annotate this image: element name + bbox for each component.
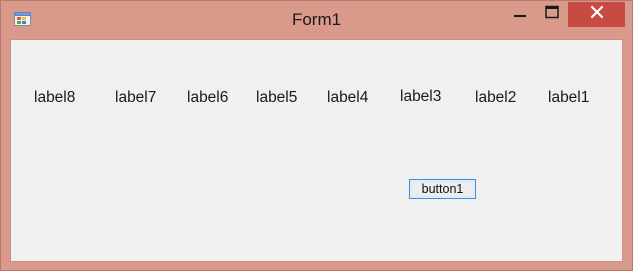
label6: label6 bbox=[187, 89, 229, 106]
close-button[interactable] bbox=[568, 2, 625, 27]
label3: label3 bbox=[400, 88, 442, 105]
label4: label4 bbox=[327, 89, 369, 106]
label7: label7 bbox=[115, 89, 157, 106]
close-icon bbox=[590, 5, 604, 24]
minimize-button[interactable] bbox=[503, 1, 536, 27]
maximize-icon bbox=[545, 5, 559, 24]
label1: label1 bbox=[548, 89, 590, 106]
form1-window: Form1 label8 label7 label6 label5 label4… bbox=[0, 0, 633, 271]
label5: label5 bbox=[256, 89, 298, 106]
label2: label2 bbox=[475, 89, 517, 106]
label8: label8 bbox=[34, 89, 76, 106]
button1[interactable]: button1 bbox=[409, 179, 476, 199]
title-bar[interactable]: Form1 bbox=[1, 1, 632, 39]
form-client-area: label8 label7 label6 label5 label4 label… bbox=[10, 39, 623, 262]
minimize-icon bbox=[513, 5, 527, 24]
maximize-button[interactable] bbox=[536, 1, 568, 27]
